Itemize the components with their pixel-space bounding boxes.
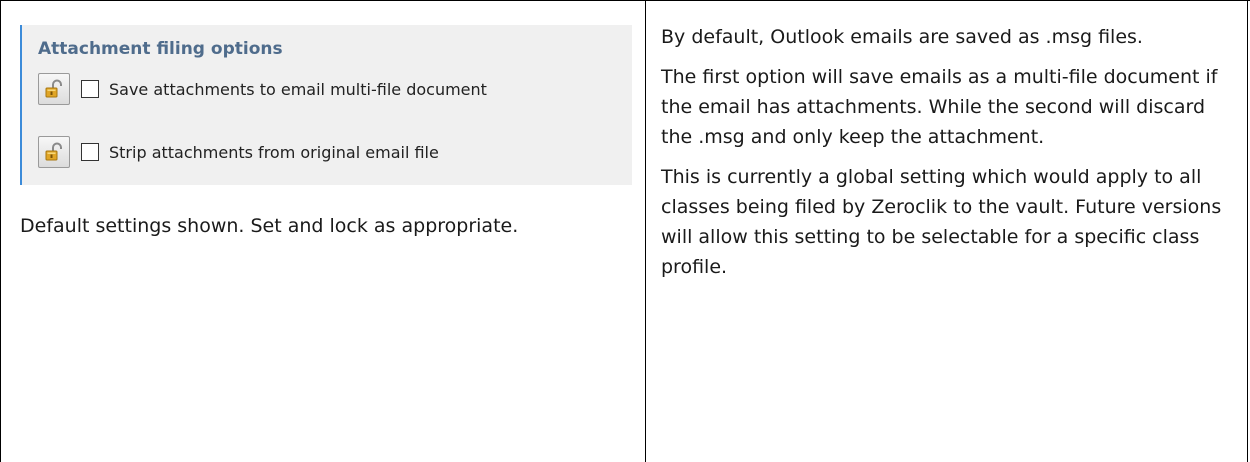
description-column: By default, Outlook emails are saved as … [661,22,1236,292]
table-border-top [0,0,1250,1]
save-attachments-checkbox[interactable] [81,80,99,98]
table-column-divider [645,0,646,462]
description-paragraph: This is currently a global setting which… [661,166,1222,278]
panel-heading: Attachment filing options [38,39,283,59]
padlock-open-icon [45,142,62,161]
strip-attachments-checkbox[interactable] [81,143,99,161]
table-border-left [0,0,1,462]
strip-attachments-label: Strip attachments from original email fi… [109,142,439,162]
attachment-options-panel: Attachment filing options Save attachmen… [20,25,632,185]
description-paragraph: By default, Outlook emails are saved as … [661,26,1143,48]
padlock-open-icon [45,79,62,98]
option-row-strip-attachments: Strip attachments from original email fi… [38,136,439,168]
lock-toggle-button[interactable] [38,136,70,168]
save-attachments-label: Save attachments to email multi-file doc… [109,79,487,99]
description-paragraph: The first option will save emails as a m… [661,66,1218,148]
default-settings-caption: Default settings shown. Set and lock as … [20,215,519,237]
lock-toggle-button[interactable] [38,73,70,105]
table-border-right [1247,0,1248,462]
option-row-save-attachments: Save attachments to email multi-file doc… [38,73,487,105]
